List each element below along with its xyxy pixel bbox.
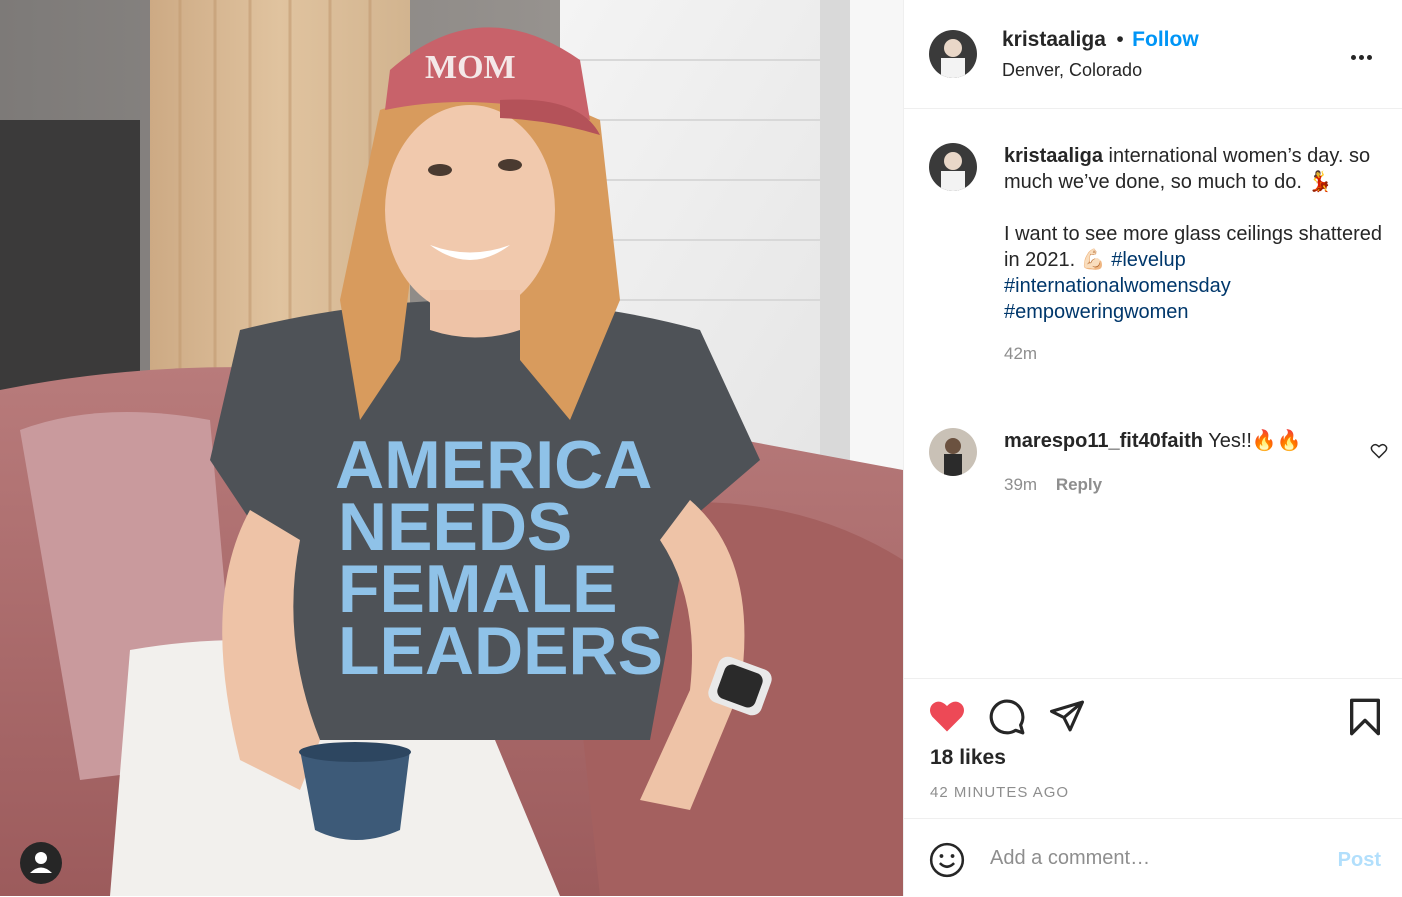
share-button[interactable] bbox=[1048, 699, 1086, 738]
likes-count[interactable]: 18 likes bbox=[930, 746, 1006, 770]
reply-button[interactable]: Reply bbox=[1056, 475, 1102, 494]
separator-dot: • bbox=[1116, 28, 1124, 51]
more-icon bbox=[1359, 55, 1364, 60]
caption-username[interactable]: kristaaliga bbox=[1004, 145, 1103, 167]
caption-time[interactable]: 42m bbox=[1004, 341, 1394, 367]
post-comment-button[interactable]: Post bbox=[1338, 849, 1381, 872]
hashtag-link[interactable]: #levelup bbox=[1111, 249, 1186, 271]
post-side-panel: kristaaliga • Follow Denver, Colorado kr… bbox=[903, 0, 1402, 896]
tagged-profile-button[interactable] bbox=[20, 842, 62, 884]
post-photo[interactable]: MOM AMERICA NEEDS FEMALE LEADERS bbox=[0, 0, 903, 896]
comment-username[interactable]: marespo11_fit40faith bbox=[1004, 430, 1203, 452]
shirt-line: LEADERS bbox=[338, 613, 663, 689]
post-caption: kristaaliga international women’s day. s… bbox=[1004, 143, 1394, 367]
comment-like-button[interactable] bbox=[1370, 443, 1388, 464]
caption-emoji-2: 💪🏻 bbox=[1080, 249, 1106, 271]
post-header: kristaaliga • Follow Denver, Colorado bbox=[904, 0, 1402, 109]
caption-text-2: I want to see more glass ceilings shatte… bbox=[1004, 223, 1382, 271]
post-time[interactable]: 42 MINUTES AGO bbox=[930, 784, 1069, 801]
hashtag-link[interactable]: #empoweringwomen bbox=[1004, 301, 1189, 323]
more-icon bbox=[1351, 55, 1356, 60]
comment-bar: Add a comment… Post bbox=[904, 818, 1402, 897]
emoji-icon bbox=[929, 842, 965, 878]
emoji-button[interactable] bbox=[928, 841, 966, 884]
heart-icon bbox=[1370, 443, 1388, 459]
comment-time[interactable]: 39m bbox=[1004, 475, 1037, 494]
heart-icon bbox=[930, 701, 964, 732]
hashtag-link[interactable]: #internationalwomensday bbox=[1004, 275, 1231, 297]
share-icon bbox=[1050, 700, 1084, 732]
comment-input[interactable]: Add a comment… bbox=[990, 847, 1150, 870]
profile-icon bbox=[30, 852, 52, 873]
comment-text: Yes!!🔥🔥 bbox=[1208, 430, 1302, 452]
hat-text: MOM bbox=[425, 49, 516, 86]
caption-avatar[interactable] bbox=[929, 143, 977, 191]
comment-button[interactable] bbox=[988, 698, 1026, 741]
more-icon bbox=[1367, 55, 1372, 60]
comment-icon bbox=[989, 699, 1025, 735]
photo-illustration: MOM AMERICA NEEDS FEMALE LEADERS bbox=[0, 0, 903, 896]
avatar[interactable] bbox=[929, 30, 977, 78]
comment-item: marespo11_fit40faith Yes!!🔥🔥 39m Reply bbox=[1004, 428, 1354, 498]
more-options-button[interactable] bbox=[1351, 47, 1375, 65]
bookmark-icon bbox=[1349, 698, 1380, 736]
like-button[interactable] bbox=[928, 699, 966, 738]
follow-button[interactable]: Follow bbox=[1132, 28, 1199, 51]
shirt-text: AMERICA NEEDS FEMALE LEADERS bbox=[335, 427, 663, 689]
caption-emoji: 💃 bbox=[1307, 171, 1333, 193]
post-location[interactable]: Denver, Colorado bbox=[1002, 60, 1142, 81]
post-username[interactable]: kristaaliga bbox=[1002, 28, 1106, 51]
save-button[interactable] bbox=[1348, 697, 1382, 742]
comment-avatar[interactable] bbox=[929, 428, 977, 476]
